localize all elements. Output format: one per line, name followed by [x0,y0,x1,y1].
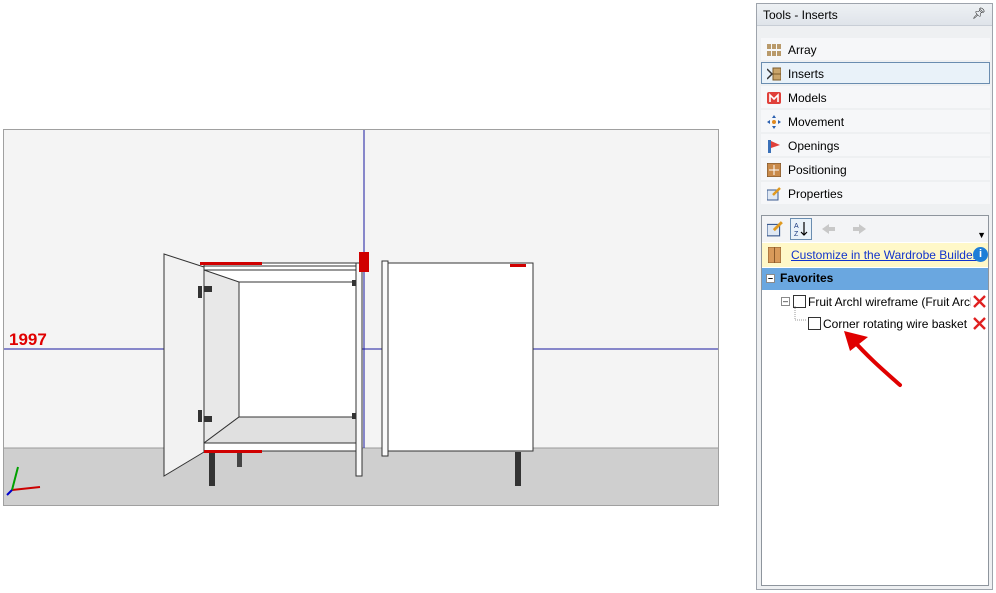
tree-checkbox[interactable] [808,317,821,330]
favorites-header[interactable]: – Favorites [762,268,988,290]
tool-label: Array [788,43,817,57]
tool-list: Array Inserts Models Movement Openings P… [761,38,990,206]
movement-icon [767,115,781,129]
right-cabinet [387,262,534,452]
array-icon [767,44,781,56]
properties-icon [767,187,781,201]
red-marker [359,252,369,272]
collapse-tree-icon[interactable]: – [781,297,790,306]
collapse-favorites-icon[interactable]: – [766,274,775,283]
tool-item-movement[interactable]: Movement [761,110,990,132]
panel-title-bar: Tools - Inserts 📌︎ [757,4,992,26]
favorites-label: Favorites [780,271,834,285]
3d-viewport[interactable]: 1997 [3,129,719,506]
back-button[interactable] [818,218,840,240]
openings-icon [768,140,780,153]
tool-item-openings[interactable]: Openings [761,134,990,156]
annotation-arrow [844,331,902,387]
tool-item-properties[interactable]: Properties [761,182,990,204]
cabinet-leg [209,452,215,486]
tree-connector [794,306,807,321]
properties-icon [767,221,783,237]
favorites-toolbar: A Z ▼ [762,216,988,242]
red-marker [200,262,262,265]
sort-az-icon: A Z [794,222,808,237]
customize-wardrobe-link[interactable]: Customize in the Wardrobe Builder [791,248,977,262]
tool-label: Models [788,91,827,105]
tool-label: Properties [788,187,843,201]
back-arrow-icon [822,224,835,234]
tools-panel: Tools - Inserts 📌︎ Array Inserts Models [756,3,993,590]
delete-icon[interactable] [972,294,987,309]
red-marker [204,450,262,453]
inserts-icon [767,67,781,81]
panel-title: Tools - Inserts [763,8,838,22]
right-cabinet-side [381,260,389,457]
tool-item-models[interactable]: Models [761,86,990,108]
customize-bar: Customize in the Wardrobe Builder i [762,243,988,267]
tool-item-positioning[interactable]: Positioning [761,158,990,180]
dimension-label: 1997 [9,330,47,349]
tool-label: Inserts [788,67,825,81]
scene-canvas [4,130,718,505]
wardrobe-icon [768,247,781,263]
positioning-icon [767,163,781,177]
center-divider [355,262,363,477]
info-icon[interactable]: i [973,247,988,262]
models-icon [767,92,781,104]
overflow-menu-icon[interactable]: ▼ [977,230,986,240]
svg-text:A: A [794,223,799,230]
sort-az-button[interactable]: A Z [790,218,812,240]
delete-icon[interactable] [972,316,987,331]
tool-item-inserts[interactable]: Inserts [761,62,990,84]
svg-text:Z: Z [794,231,799,237]
properties-toolbar-button[interactable] [764,218,786,240]
forward-arrow-icon [853,224,866,234]
tool-label: Positioning [788,163,847,177]
forward-button[interactable] [848,218,870,240]
handle-marker [510,264,526,267]
cabinet-leg [515,452,521,486]
tool-label: Movement [788,115,845,129]
tool-item-array[interactable]: Array [761,38,990,60]
pin-icon[interactable]: 📌︎ [972,7,986,20]
tree-item-label: Fruit Archl wireframe (Fruit Archl [808,295,971,309]
favorites-panel: A Z ▼ Customize in the Wardrobe Builder … [761,215,989,586]
cabinet-interior-back [238,281,357,418]
tool-label: Openings [788,139,840,153]
